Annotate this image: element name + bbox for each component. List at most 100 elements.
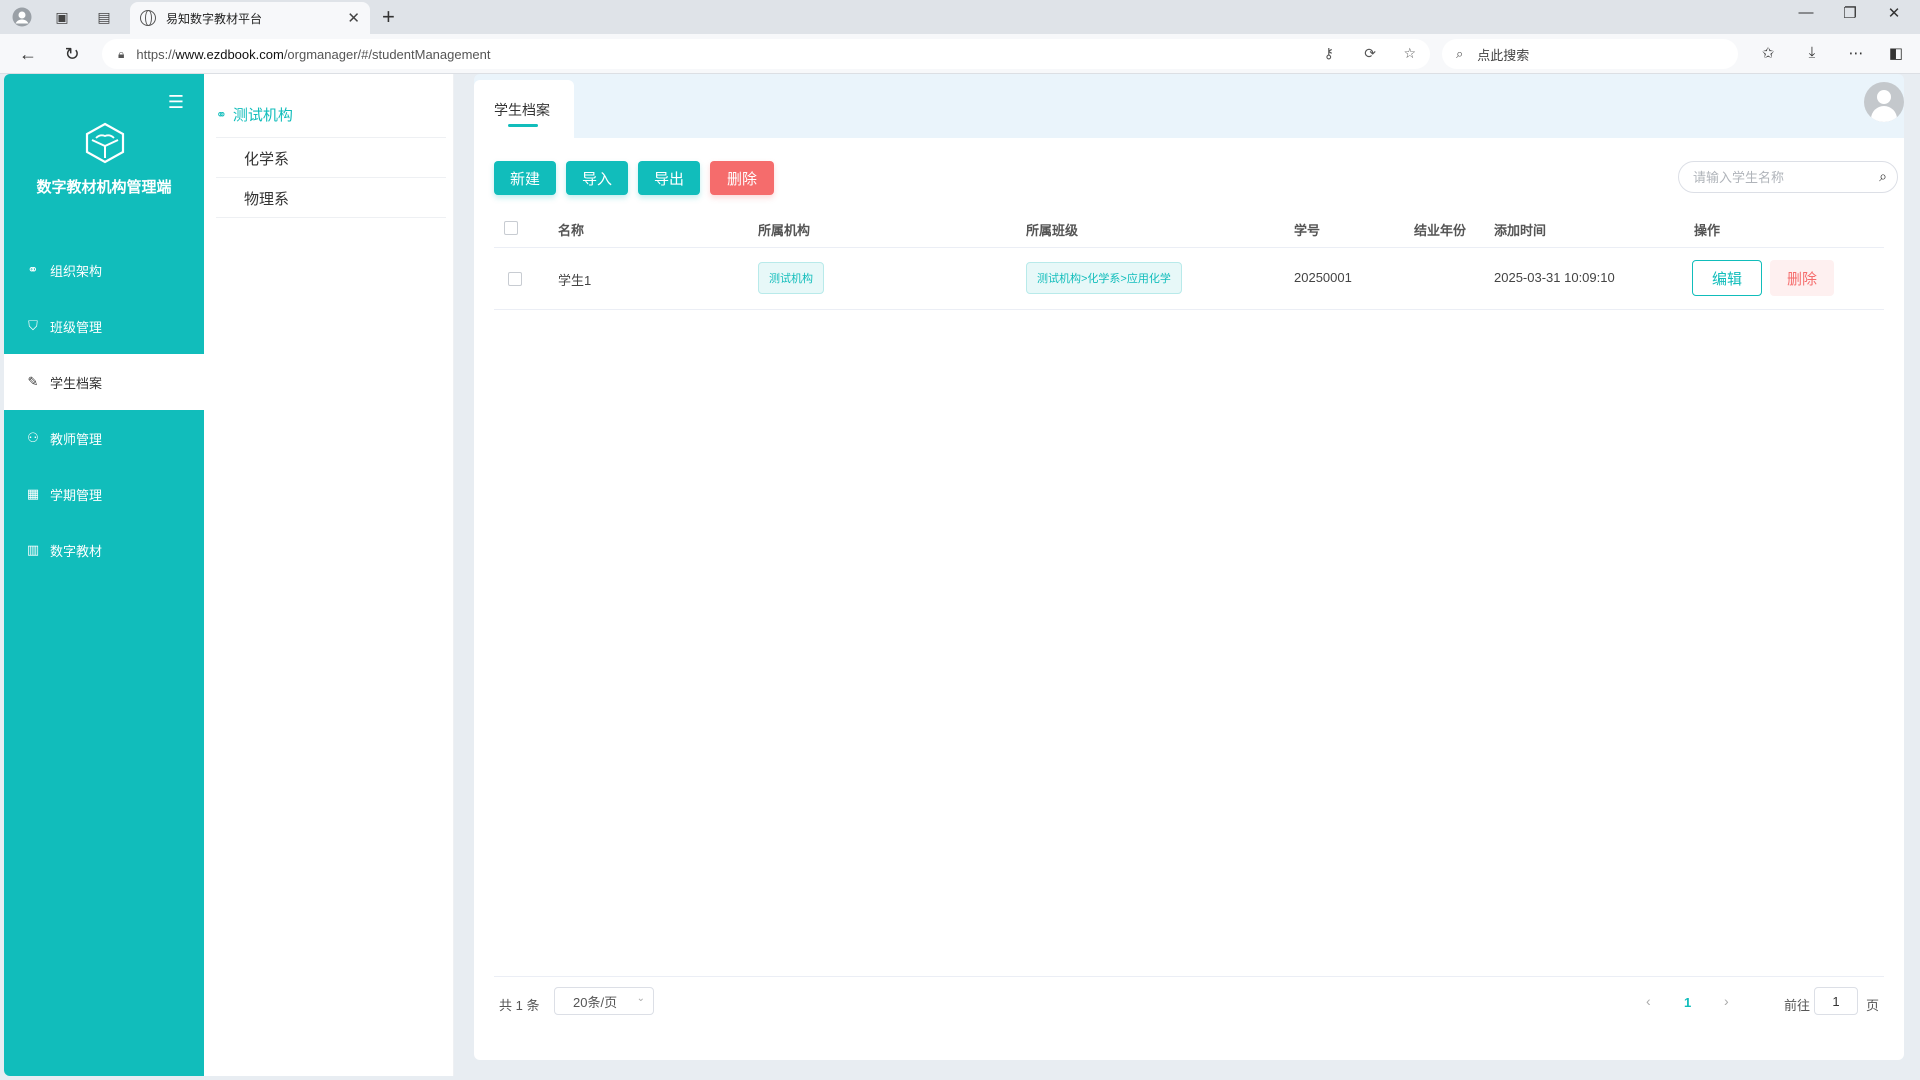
content-panel: 新建 导入 导出 删除 ⌕ 名称 所属机构 所属班级 学号 结业年份 添加时间 … [474, 138, 1904, 1060]
refresh-icon[interactable]: ↻ [60, 42, 84, 66]
browser-tab-strip: ▣ ▤ 易知数字教材平台 ✕ + — ❐ ✕ [0, 0, 1920, 34]
sidebar-item-label: 教师管理 [50, 431, 103, 447]
sync-icon[interactable]: ⟳ [1364, 45, 1376, 62]
column-header: 名称 [558, 223, 585, 238]
brand-title: 数字教材机构管理端 [36, 179, 172, 196]
column-header: 所属机构 [758, 223, 811, 238]
sidebar-item-label: 学期管理 [50, 487, 103, 503]
tab-active-indicator [508, 124, 538, 127]
class-tag: 测试机构>化学系>应用化学 [1026, 262, 1182, 294]
books-icon: ▥ [26, 542, 40, 557]
restore-icon[interactable]: ❐ [1830, 4, 1870, 22]
more-icon[interactable]: ⋯ [1844, 44, 1868, 62]
page-size-value: 20条/页 [573, 994, 618, 1010]
table-row: 学生1 测试机构 测试机构>化学系>应用化学 20250001 2025-03-… [494, 248, 1884, 310]
browser-search-box[interactable]: ⌕ 点此搜索 [1442, 39, 1738, 69]
goto-label: 前往 [1784, 998, 1811, 1013]
org-tree-node[interactable]: 化学系 [244, 148, 289, 169]
logo-icon [85, 122, 125, 164]
avatar-body [1871, 106, 1897, 122]
url-text: https://www.ezdbook.com/orgmanager/#/stu… [136, 46, 491, 62]
org-root-label: 测试机构 [232, 107, 293, 124]
main-area: 学生档案 新建 导入 导出 删除 ⌕ 名称 所属机构 [474, 74, 1904, 1060]
favorite-star-icon[interactable]: ☆ [1403, 45, 1416, 62]
browser-tab[interactable]: 易知数字教材平台 ✕ [130, 2, 370, 34]
tab-student-files[interactable]: 学生档案 [474, 80, 574, 138]
student-number: 20250001 [1294, 270, 1352, 285]
new-tab-icon[interactable]: + [382, 4, 395, 30]
goto-page-input[interactable]: 1 [1814, 987, 1858, 1015]
menu-collapse-icon[interactable]: ☰ [168, 92, 184, 113]
sidebar-item-digital-textbooks[interactable]: ▥ 数字教材 [4, 522, 204, 578]
row-checkbox[interactable] [508, 272, 522, 286]
table-header: 名称 所属机构 所属班级 学号 结业年份 添加时间 操作 [494, 208, 1884, 248]
org-tree-panel: ⚭ 测试机构 化学系 物理系 [204, 74, 454, 1076]
divider [216, 177, 446, 178]
column-header: 结业年份 [1414, 223, 1467, 238]
globe-icon [140, 10, 156, 26]
sidebar-item-class-management[interactable]: ⛉ 班级管理 [4, 298, 204, 354]
profile-icon[interactable] [10, 5, 34, 29]
page-number-current[interactable]: 1 [1684, 995, 1691, 1010]
edit-button[interactable]: 编辑 [1692, 260, 1762, 296]
sidebar-item-label: 数字教材 [50, 543, 103, 559]
sidebar-item-label: 组织架构 [50, 263, 103, 279]
teacher-icon: ⚇ [27, 430, 39, 445]
sidebar-item-term-management[interactable]: ▦ 学期管理 [4, 466, 204, 522]
back-icon[interactable]: ← [16, 42, 40, 66]
browser-toolbar: ← ↻ 🔒︎ https://www.ezdbook.com/orgmanage… [0, 34, 1920, 74]
prev-page-icon[interactable]: ‹ [1646, 993, 1651, 1009]
sidebar-menu: ⚭ 组织架构 ⛉ 班级管理 ✎ 学生档案 ⚇ 教师管理 ▦ 学期管理 ▥ 数字教… [4, 242, 204, 578]
close-window-icon[interactable]: ✕ [1874, 4, 1914, 22]
class-icon: ⛉ [28, 318, 38, 333]
import-button[interactable]: 导入 [566, 161, 628, 195]
student-name: 学生1 [558, 273, 592, 288]
page-size-select[interactable]: 20条/页 ⌄ [554, 987, 654, 1015]
student-search: ⌕ [1678, 161, 1898, 193]
bulk-delete-button[interactable]: 删除 [710, 161, 774, 195]
next-page-icon[interactable]: › [1724, 993, 1729, 1009]
calendar-icon: ▦ [26, 486, 40, 501]
org-structure-icon: ⚭ [216, 106, 227, 122]
workspaces-icon[interactable]: ▣ [50, 5, 74, 29]
search-icon[interactable]: ⌕ [1879, 168, 1887, 185]
student-search-input[interactable] [1693, 169, 1863, 185]
address-bar[interactable]: 🔒︎ https://www.ezdbook.com/orgmanager/#/… [102, 39, 1430, 69]
avatar[interactable] [1864, 82, 1904, 122]
column-header: 所属班级 [1026, 223, 1079, 238]
org-structure-icon: ⚭ [27, 262, 39, 277]
column-header: 添加时间 [1494, 223, 1547, 238]
browser-search-placeholder: 点此搜索 [1477, 47, 1530, 63]
lock-icon: 🔒︎ [118, 46, 125, 61]
sidebar-toggle-icon[interactable]: ◧ [1884, 44, 1908, 62]
added-time: 2025-03-31 10:09:10 [1494, 270, 1615, 285]
new-button[interactable]: 新建 [494, 161, 556, 195]
sidebar-item-student-files[interactable]: ✎ 学生档案 [4, 354, 204, 410]
sidebar: ☰ 数字教材机构管理端 ⚭ 组织架构 ⛉ 班级管理 ✎ 学生档案 ⚇ 教师管理 [4, 74, 204, 1076]
students-table: 名称 所属机构 所属班级 学号 结业年份 添加时间 操作 学生1 测试机构 测试… [494, 208, 1884, 310]
sidebar-item-org-structure[interactable]: ⚭ 组织架构 [4, 242, 204, 298]
org-tree-node[interactable]: 物理系 [244, 188, 289, 209]
tab-actions-icon[interactable]: ▤ [92, 5, 116, 29]
downloads-icon[interactable]: ⤓ [1800, 44, 1824, 61]
select-all-checkbox[interactable] [504, 221, 518, 235]
delete-button[interactable]: 删除 [1770, 260, 1834, 296]
close-tab-icon[interactable]: ✕ [347, 9, 360, 27]
avatar-head [1877, 90, 1891, 104]
sidebar-item-label: 学生档案 [50, 375, 103, 391]
browser-tab-title: 易知数字教材平台 [166, 11, 263, 26]
favorites-icon[interactable]: ✩ [1756, 44, 1780, 62]
total-count: 共 1 条 [499, 998, 540, 1013]
pagination: 共 1 条 20条/页 ⌄ ‹ 1 › 前往 1 页 [494, 976, 1884, 1026]
app-root: ☰ 数字教材机构管理端 ⚭ 组织架构 ⛉ 班级管理 ✎ 学生档案 ⚇ 教师管理 [4, 74, 1920, 1076]
export-button[interactable]: 导出 [638, 161, 700, 195]
divider [216, 217, 446, 218]
column-header: 操作 [1694, 223, 1721, 238]
minimize-icon[interactable]: — [1786, 4, 1826, 21]
sidebar-item-teacher-management[interactable]: ⚇ 教师管理 [4, 410, 204, 466]
search-icon: ⌕ [1456, 46, 1464, 61]
key-icon[interactable]: ⚷ [1324, 45, 1334, 62]
org-tree-root[interactable]: ⚭ 测试机构 [216, 104, 293, 125]
student-file-icon: ✎ [27, 374, 39, 389]
column-header: 学号 [1294, 223, 1321, 238]
